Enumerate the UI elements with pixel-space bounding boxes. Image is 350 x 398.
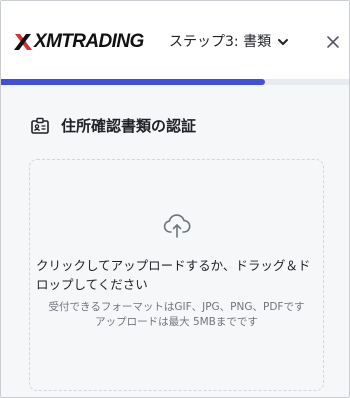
chevron-down-icon [278,39,289,45]
formats-note: 受付できるフォーマットはGIF、JPG、PNG、PDFです [48,301,305,313]
cloud-upload-icon [163,214,191,238]
upload-notes: 受付できるフォーマットはGIF、JPG、PNG、PDFです アップロードは最大 … [30,300,323,330]
size-note: アップロードは最大 5MBまでです [95,316,258,328]
brand-name: XMTRADING [34,31,144,52]
upload-instruction: クリックしてアップロードするか、ドラッグ＆ドロップしてください [36,258,311,292]
brand-logo: XMTRADING [11,31,144,53]
dialog-frame: XMTRADING ステップ3: 書類 住所確認書類の認証 クリックしてアップロ… [0,0,350,398]
header: XMTRADING ステップ3: 書類 [1,1,349,79]
step-label: ステップ3: 書類 [169,34,272,50]
section-title: 住所確認書類の認証 [61,117,197,135]
main-content: 住所確認書類の認証 クリックしてアップロードするか、ドラッグ＆ドロップしてくださ… [1,85,349,397]
id-card-icon [31,117,49,134]
close-icon[interactable] [325,34,341,50]
step-dropdown[interactable]: ステップ3: 書類 [169,31,289,53]
file-dropzone[interactable]: クリックしてアップロードするか、ドラッグ＆ドロップしてください 受付できるフォー… [29,159,324,391]
brand-x-mark-icon [14,34,32,50]
section-header: 住所確認書類の認証 [31,115,196,136]
